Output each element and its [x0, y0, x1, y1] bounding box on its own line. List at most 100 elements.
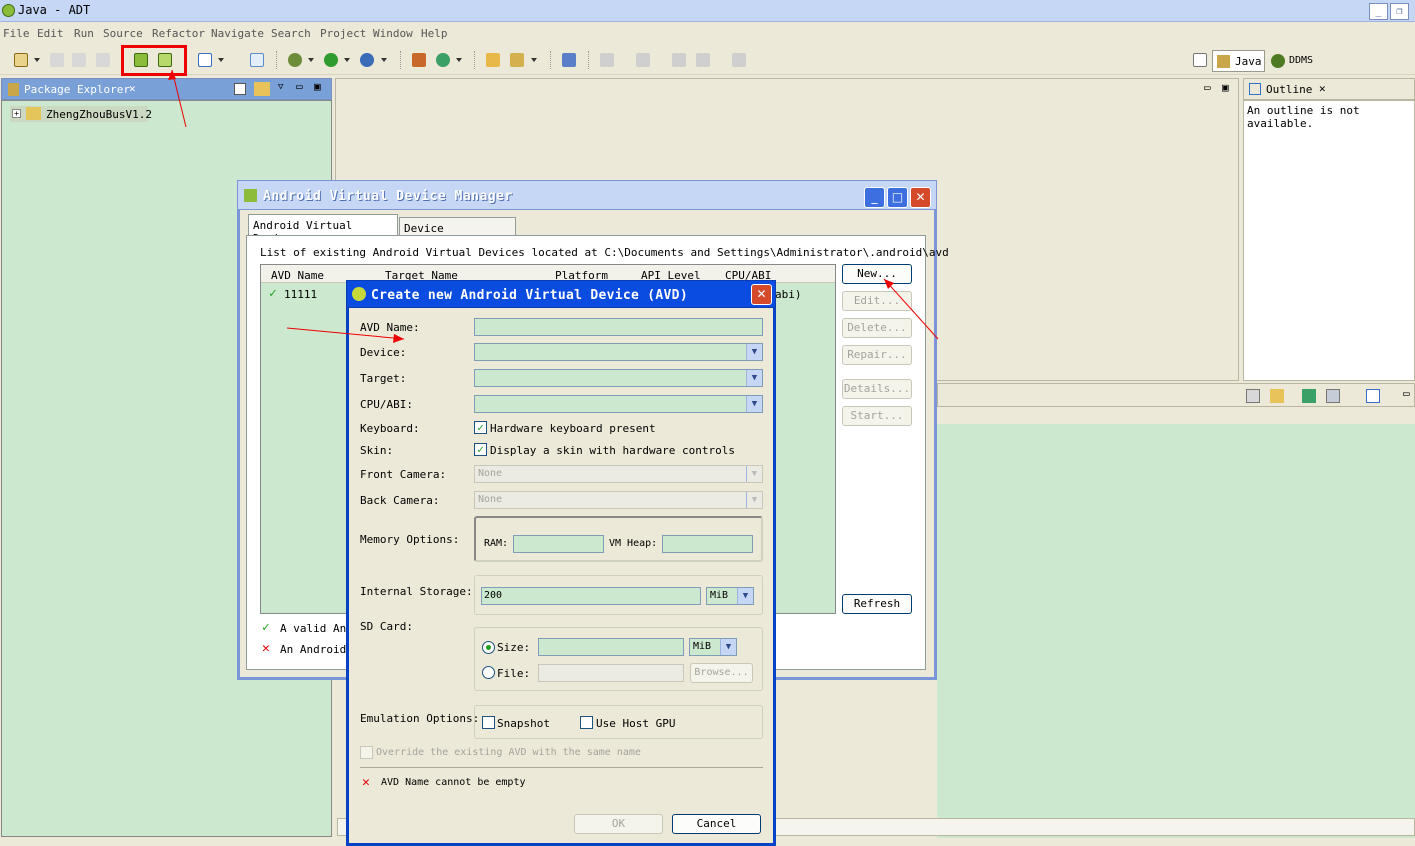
chevron-down-icon[interactable]: ▼ [720, 639, 736, 655]
menu-edit[interactable]: Edit [37, 27, 64, 40]
save-icon[interactable] [50, 53, 64, 67]
close-icon[interactable]: ✕ [1319, 82, 1326, 95]
chevron-down-icon[interactable]: ▼ [746, 344, 762, 360]
open-type-icon[interactable] [486, 53, 500, 67]
repair-avd-button[interactable]: Repair... [842, 345, 912, 365]
new-icon[interactable] [14, 53, 28, 67]
menu-source[interactable]: Source [103, 27, 143, 40]
minimize-button[interactable]: _ [864, 187, 885, 208]
menu-refactor[interactable]: Refactor [152, 27, 205, 40]
android-sdk-icon [352, 287, 366, 301]
pin-icon[interactable] [1302, 389, 1316, 403]
refresh-button[interactable]: Refresh [842, 594, 912, 614]
back-camera-select[interactable]: None ▼ [474, 491, 763, 509]
expand-icon[interactable]: + [12, 109, 21, 118]
perspective-ddms[interactable]: DDMS [1270, 50, 1320, 72]
sd-size-input[interactable] [538, 638, 684, 656]
prev-annotation-icon[interactable] [636, 53, 650, 67]
package-icon[interactable] [412, 53, 426, 67]
chevron-down-icon[interactable] [308, 58, 314, 62]
cpu-abi-select[interactable]: ▼ [474, 395, 763, 413]
internal-storage-unit-select[interactable]: MiB ▼ [706, 587, 754, 605]
avd-name-input[interactable] [474, 318, 763, 336]
view-menu-icon[interactable]: ▽ [278, 82, 283, 92]
maximize-button[interactable]: □ [887, 187, 908, 208]
debug-icon[interactable] [288, 53, 302, 67]
target-select[interactable]: ▼ [474, 369, 763, 387]
use-host-gpu-checkbox[interactable] [580, 716, 593, 729]
menu-project[interactable]: Project [320, 27, 366, 40]
open-perspective-icon[interactable] [1193, 53, 1207, 67]
save-all-icon[interactable] [72, 53, 86, 67]
toggle-mark-icon[interactable] [562, 53, 576, 67]
browse-button[interactable]: Browse... [690, 663, 753, 683]
package-explorer-icon [8, 83, 19, 96]
chevron-down-icon[interactable] [456, 58, 462, 62]
back-icon[interactable] [696, 53, 710, 67]
sd-file-radio[interactable] [482, 666, 495, 679]
close-button[interactable]: ✕ [910, 187, 931, 208]
close-button[interactable]: ✕ [751, 284, 772, 305]
new-project-icon[interactable] [250, 53, 264, 67]
new-avd-button[interactable]: New... [842, 264, 912, 284]
new-class-icon[interactable] [436, 53, 450, 67]
link-editor-icon[interactable] [254, 82, 270, 96]
ram-input[interactable] [513, 535, 604, 553]
details-avd-button[interactable]: Details... [842, 379, 912, 399]
print-icon[interactable] [96, 53, 110, 67]
menu-help[interactable]: Help [421, 27, 448, 40]
vm-heap-input[interactable] [662, 535, 753, 553]
run-icon[interactable] [324, 53, 338, 67]
device-select[interactable]: ▼ [474, 343, 763, 361]
checklist-icon[interactable] [198, 53, 212, 67]
display-console-icon[interactable] [1326, 389, 1340, 403]
delete-avd-button[interactable]: Delete... [842, 318, 912, 338]
chevron-down-icon[interactable] [531, 58, 537, 62]
snapshot-checkbox[interactable] [482, 716, 495, 729]
menu-file[interactable]: File [3, 27, 30, 40]
minimize-view-icon[interactable]: ▭ [296, 80, 303, 93]
chevron-down-icon[interactable]: ▼ [737, 588, 753, 604]
chevron-down-icon[interactable]: ▼ [746, 396, 762, 412]
start-avd-button[interactable]: Start... [842, 406, 912, 426]
keyboard-checkbox[interactable]: ✓ [474, 421, 487, 434]
sd-file-input[interactable] [538, 664, 684, 682]
ok-button[interactable]: OK [574, 814, 663, 834]
menu-run[interactable]: Run [74, 27, 94, 40]
sd-size-radio[interactable] [482, 641, 495, 654]
tree-item-project[interactable]: + ZhengZhouBusV1.2 [10, 106, 152, 122]
external-tools-icon[interactable] [360, 53, 374, 67]
collapse-all-icon[interactable] [234, 83, 246, 95]
last-edit-icon[interactable] [672, 53, 686, 67]
cancel-button[interactable]: Cancel [672, 814, 761, 834]
forward-icon[interactable] [732, 53, 746, 67]
perspective-java[interactable]: Java [1212, 50, 1265, 72]
chevron-down-icon[interactable] [381, 58, 387, 62]
scroll-lock-icon[interactable] [1270, 389, 1284, 403]
minimize-view-icon[interactable]: ▭ [1403, 387, 1410, 400]
menu-search[interactable]: Search [271, 27, 311, 40]
sd-unit-select[interactable]: MiB ▼ [689, 638, 737, 656]
override-checkbox[interactable] [360, 746, 373, 759]
front-camera-select[interactable]: None ▼ [474, 465, 763, 483]
edit-avd-button[interactable]: Edit... [842, 291, 912, 311]
minimize-button[interactable]: _ [1369, 3, 1388, 20]
column-header[interactable]: AVD Name [271, 269, 324, 282]
skin-checkbox[interactable]: ✓ [474, 443, 487, 456]
chevron-down-icon[interactable] [218, 58, 224, 62]
restore-button[interactable]: ❐ [1390, 3, 1409, 20]
clear-icon[interactable] [1246, 389, 1260, 403]
next-annotation-icon[interactable] [600, 53, 614, 67]
chevron-down-icon[interactable] [344, 58, 350, 62]
open-console-icon[interactable] [1366, 389, 1380, 403]
menu-window[interactable]: Window [373, 27, 413, 40]
minimize-view-icon[interactable]: ▭ [1204, 81, 1211, 94]
menu-navigate[interactable]: Navigate [211, 27, 264, 40]
internal-storage-input[interactable]: 200 [481, 587, 701, 605]
search-icon[interactable] [510, 53, 524, 67]
chevron-down-icon[interactable]: ▼ [746, 370, 762, 386]
maximize-view-icon[interactable]: ▣ [1222, 81, 1229, 94]
maximize-view-icon[interactable]: ▣ [314, 80, 321, 93]
chevron-down-icon[interactable] [34, 58, 40, 62]
close-icon[interactable]: ✕ [129, 82, 136, 95]
